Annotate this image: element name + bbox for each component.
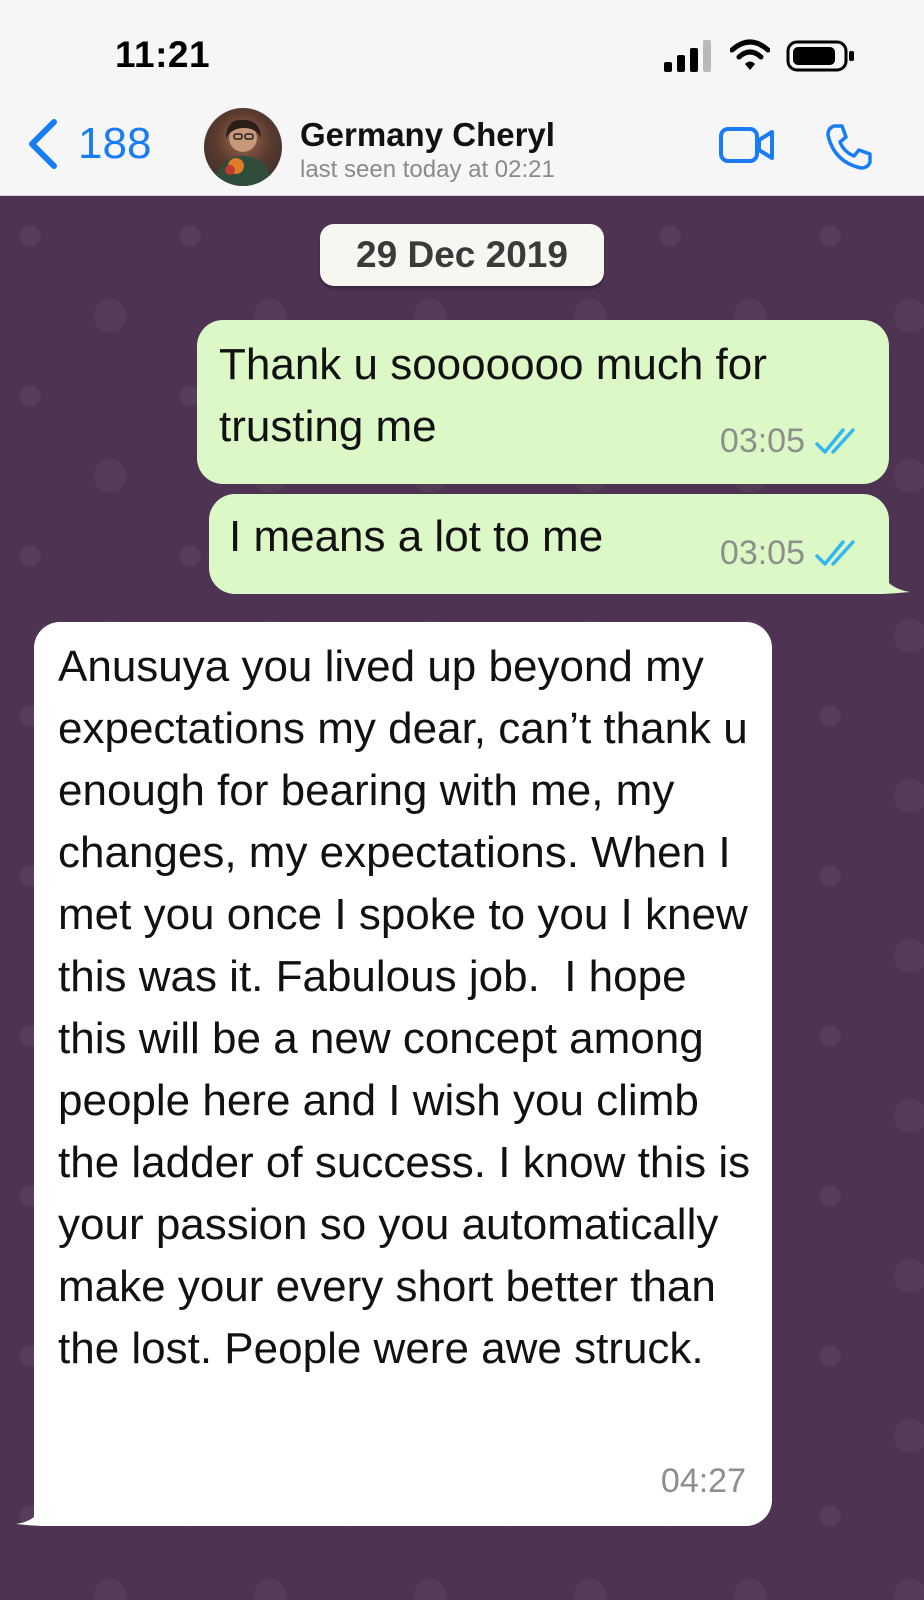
double-check-icon <box>815 540 855 566</box>
outgoing-message[interactable]: Thank u sooooooo much for trusting me 03… <box>197 320 889 484</box>
message-time: 03:05 <box>719 534 805 572</box>
avatar[interactable] <box>204 108 282 186</box>
whatsapp-chat-screen: 11:21 188 Germany Cheryl last seen today… <box>0 0 924 1600</box>
message-meta: 03:05 <box>720 410 865 472</box>
status-bar: 11:21 <box>0 0 924 98</box>
message-meta: 03:05 <box>720 522 865 584</box>
chat-messages-area[interactable]: 29 Dec 2019 Thank u sooooooo much for tr… <box>0 196 924 1600</box>
message-time: 03:05 <box>719 422 805 460</box>
message-time: 04:27 <box>660 1462 746 1500</box>
last-seen-status: last seen today at 02:21 <box>300 156 555 183</box>
avatar-image <box>214 119 272 186</box>
phone-icon[interactable] <box>824 122 874 172</box>
outgoing-message[interactable]: I means a lot to me 03:05 <box>209 494 889 594</box>
back-button[interactable]: 188 <box>26 116 151 172</box>
back-chevron-icon <box>29 119 57 169</box>
contact-name[interactable]: Germany Cheryl <box>300 116 555 154</box>
video-call-icon[interactable] <box>718 124 776 166</box>
message-meta: 04:27 <box>661 1450 746 1512</box>
message-text: I means a lot to me <box>229 512 604 561</box>
date-separator: 29 Dec 2019 <box>320 224 604 286</box>
unread-count: 188 <box>78 119 152 168</box>
cellular-signal-icon <box>664 40 711 72</box>
chat-header: 188 Germany Cheryl last seen today at 02… <box>0 98 924 196</box>
message-text: Anusuya you lived up beyond my expectati… <box>58 642 763 1373</box>
wifi-icon <box>730 39 770 70</box>
incoming-message[interactable]: Anusuya you lived up beyond my expectati… <box>34 622 772 1526</box>
bubble-tail <box>16 1496 46 1526</box>
battery-icon <box>786 40 854 72</box>
bubble-tail <box>880 566 910 594</box>
status-time: 11:21 <box>115 34 211 75</box>
double-check-icon <box>815 428 855 454</box>
